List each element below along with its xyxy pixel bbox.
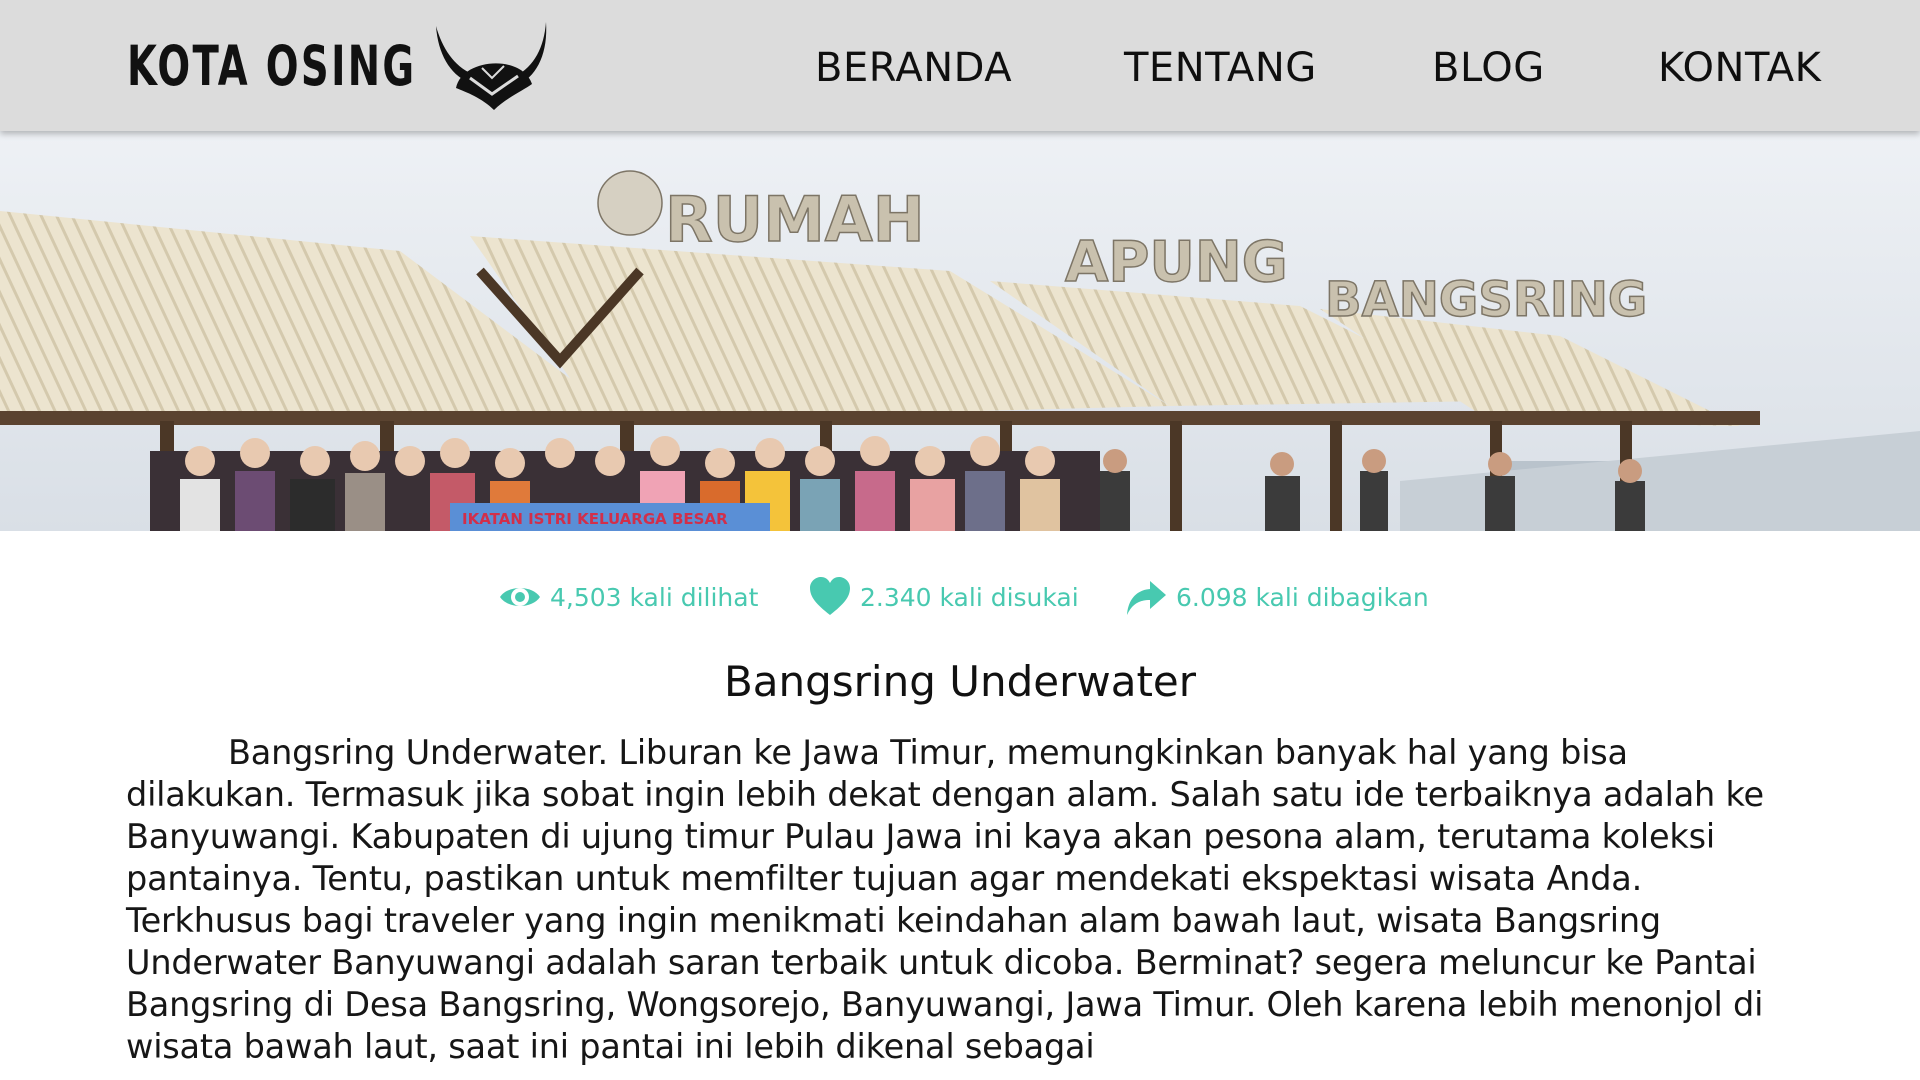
nav-item-tentang[interactable]: TENTANG	[1124, 38, 1317, 98]
hero-sign-word: BANGSRING	[1325, 272, 1647, 328]
article-stats: 4,503 kali dilihat 2.340 kali disukai 6.…	[0, 572, 1920, 622]
hero-image: RUMAH APUNG BANGSRING IKATAN ISTRI KELUA…	[0, 131, 1920, 531]
hero-sign-word: RUMAH	[665, 183, 925, 256]
site-logo[interactable]: KOTA OSING	[127, 18, 547, 113]
horned-helmet-icon	[436, 22, 547, 110]
views-count: 4,503 kali dilihat	[550, 582, 759, 612]
views-stat: 4,503 kali dilihat	[498, 572, 758, 622]
brand-name: KOTA OSING	[127, 33, 417, 98]
nav-item-beranda[interactable]: BERANDA	[815, 38, 1012, 98]
likes-stat[interactable]: 2.340 kali disukai	[808, 572, 1079, 622]
shares-stat[interactable]: 6.098 kali dibagikan	[1124, 572, 1429, 622]
nav-item-blog[interactable]: BLOG	[1432, 38, 1545, 98]
hero-photo: RUMAH APUNG BANGSRING IKATAN ISTRI KELUA…	[0, 131, 1920, 531]
site-header: KOTA OSING BERANDA TENTANG BLOG KONTAK	[0, 0, 1920, 131]
heart-icon[interactable]	[808, 575, 852, 619]
nav-item-kontak[interactable]: KONTAK	[1658, 38, 1821, 98]
eye-icon	[500, 588, 540, 606]
share-arrow-icon[interactable]	[1124, 575, 1168, 619]
likes-count: 2.340 kali disukai	[860, 582, 1079, 612]
hero-banner-text: IKATAN ISTRI KELUARGA BESAR	[462, 510, 728, 528]
article-body: Bangsring Underwater. Liburan ke Jawa Ti…	[126, 733, 1764, 1066]
hero-sign-word: APUNG	[1065, 230, 1288, 295]
article-title: Bangsring Underwater	[723, 657, 1197, 706]
shares-count: 6.098 kali dibagikan	[1176, 582, 1429, 612]
